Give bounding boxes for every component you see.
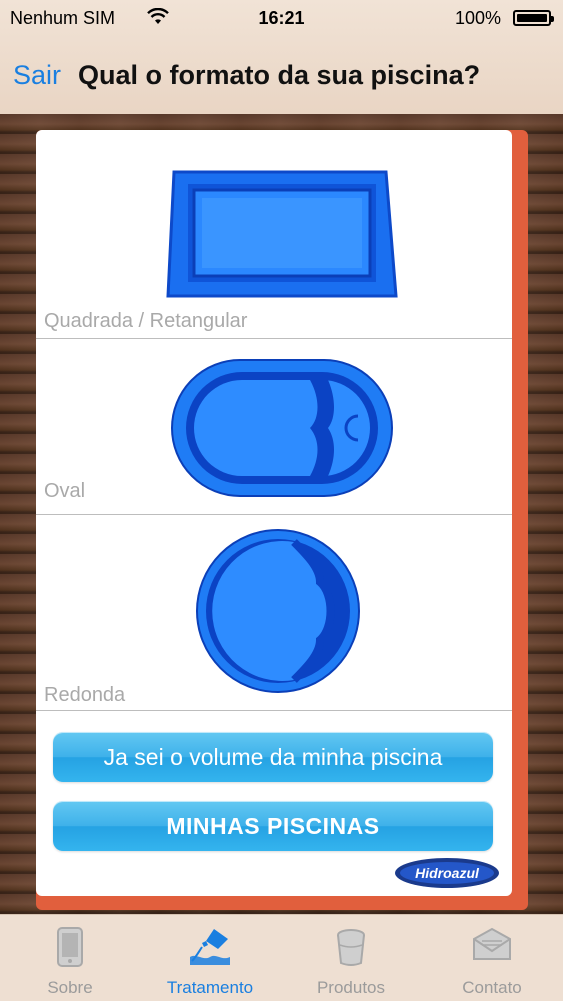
tab-tratamento[interactable]: Tratamento (140, 915, 280, 1001)
phone-icon (57, 927, 83, 967)
tab-label-produtos: Produtos (316, 978, 386, 997)
shape-option-oval[interactable]: Oval (36, 338, 512, 515)
battery-icon (513, 10, 554, 26)
hidroazul-logo: Hidroazul (395, 858, 499, 888)
shape-label-rectangular: Quadrada / Retangular (44, 310, 248, 332)
shape-label-round: Redonda (44, 684, 126, 706)
rectangular-pool-icon (166, 170, 398, 298)
page-title: Qual o formato da sua piscina? (78, 60, 481, 90)
tab-produtos[interactable]: Produtos (281, 915, 421, 1001)
bucket-icon (337, 929, 365, 966)
tab-contato[interactable]: Contato (422, 915, 562, 1001)
logo-text: Hidroazul (415, 865, 480, 881)
status-bar: Nenhum SIM 16:21 100% (0, 0, 563, 36)
pool-shape-card: Quadrada / Retangular Oval Redonda Ja se… (36, 130, 512, 896)
top-bar: Nenhum SIM 16:21 100% Sair Qual o format… (0, 0, 563, 114)
shape-option-rectangular[interactable]: Quadrada / Retangular (36, 130, 512, 339)
tab-label-sobre: Sobre (47, 978, 93, 997)
known-volume-button[interactable]: Ja sei o volume da minha piscina (53, 732, 493, 782)
shape-option-round[interactable]: Redonda (36, 514, 512, 711)
my-pools-button[interactable]: MINHAS PISCINAS (53, 801, 493, 851)
envelope-icon (473, 927, 511, 960)
tab-label-tratamento: Tratamento (166, 978, 254, 997)
tab-sobre[interactable]: Sobre (0, 915, 140, 1001)
oval-pool-icon (171, 359, 393, 497)
battery-percent: 100% (454, 8, 501, 28)
round-pool-icon (196, 529, 360, 693)
shape-label-oval: Oval (44, 480, 86, 502)
back-button[interactable]: Sair (13, 60, 61, 91)
tab-label-contato: Contato (462, 978, 522, 997)
tab-bar: Sobre Tratamento Produtos Contato (0, 914, 563, 1001)
navigation-bar: Sair Qual o formato da sua piscina? (0, 48, 563, 104)
pouring-bottle-icon (190, 929, 230, 965)
